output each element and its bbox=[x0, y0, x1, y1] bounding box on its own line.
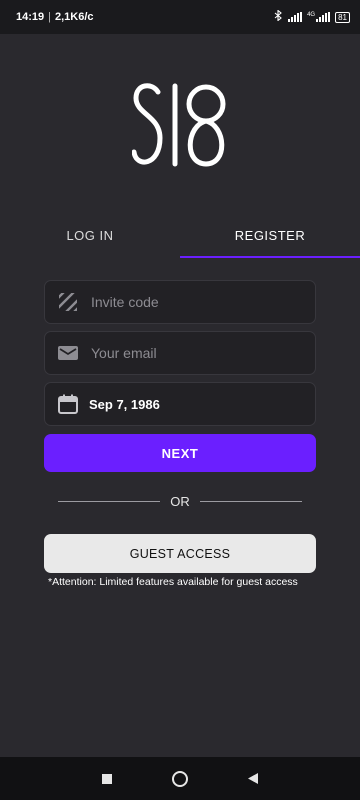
or-label: OR bbox=[170, 493, 190, 509]
app-logo bbox=[131, 80, 228, 170]
status-right: 4G 81 bbox=[274, 9, 350, 24]
recent-apps-icon[interactable] bbox=[101, 773, 113, 785]
next-button[interactable]: NEXT bbox=[44, 434, 316, 472]
status-time: 14:19 bbox=[16, 11, 45, 23]
home-icon[interactable] bbox=[171, 770, 189, 788]
status-speed: 2,1K6/c bbox=[55, 11, 94, 23]
guest-attention-note: *Attention: Limited features available f… bbox=[48, 576, 298, 588]
mail-icon bbox=[57, 342, 79, 364]
guest-access-button[interactable]: GUEST ACCESS bbox=[44, 534, 316, 573]
invite-code-field[interactable] bbox=[44, 280, 316, 324]
birthdate-value[interactable]: Sep 7, 1986 bbox=[89, 397, 160, 412]
system-nav-bar bbox=[0, 757, 360, 800]
or-divider: OR bbox=[58, 492, 302, 510]
birthdate-field[interactable]: Sep 7, 1986 bbox=[44, 382, 316, 426]
signal-4g-icon: 4G bbox=[307, 12, 331, 22]
status-left: 14:19 | 2,1K6/c bbox=[16, 11, 94, 23]
invite-code-icon bbox=[57, 291, 79, 313]
back-icon[interactable] bbox=[247, 772, 259, 785]
network-type: 4G bbox=[307, 12, 316, 18]
email-input[interactable] bbox=[89, 344, 293, 362]
status-bar: 14:19 | 2,1K6/c 4G 81 bbox=[0, 0, 360, 34]
calendar-icon bbox=[57, 393, 79, 415]
battery-level: 81 bbox=[338, 12, 347, 22]
battery-icon: 81 bbox=[335, 11, 350, 23]
tab-register[interactable]: REGISTER bbox=[180, 214, 360, 258]
tab-log-in[interactable]: LOG IN bbox=[0, 214, 180, 258]
divider-line-left bbox=[58, 500, 161, 502]
status-separator: | bbox=[48, 11, 51, 23]
signal-icon bbox=[288, 12, 303, 22]
email-field[interactable] bbox=[44, 331, 316, 375]
invite-code-input[interactable] bbox=[89, 293, 293, 311]
auth-tabs: LOG IN REGISTER bbox=[0, 214, 360, 258]
divider-line-right bbox=[199, 500, 302, 502]
bluetooth-icon bbox=[274, 9, 283, 24]
